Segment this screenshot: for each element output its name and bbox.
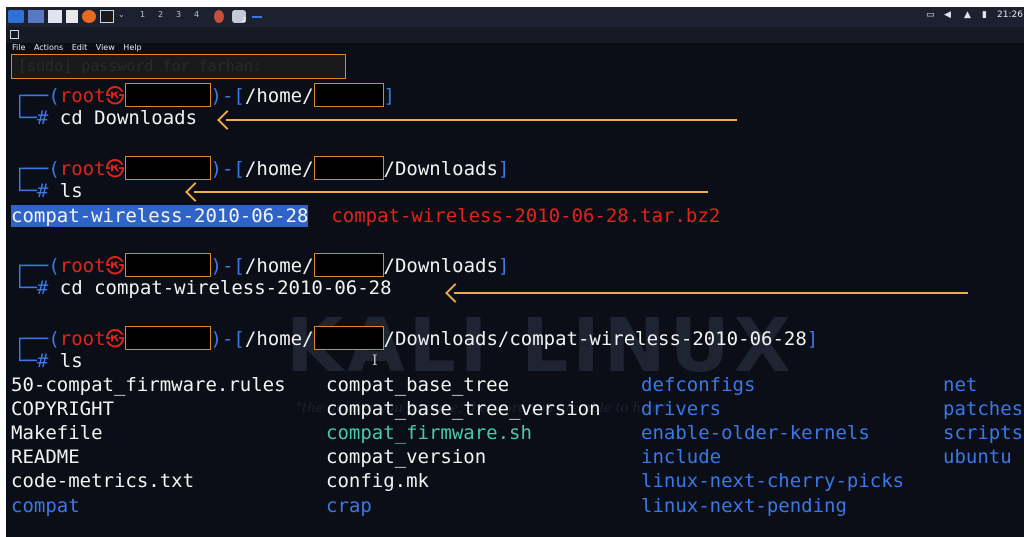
redacted-hostname	[124, 83, 211, 107]
window-icon	[10, 30, 19, 39]
kali-menu-icon[interactable]	[8, 10, 24, 23]
list-item: compat_base_tree	[326, 374, 510, 396]
screenshot-frame: ⌄ 1 2 3 4 2 ▭ ◀ ▲ ▮ 21:26 File Actions E…	[6, 7, 1024, 537]
menu-actions[interactable]: Actions	[34, 43, 63, 52]
terminal-icon[interactable]	[100, 10, 114, 23]
list-item: README	[11, 446, 80, 468]
directory-entry-selected[interactable]: compat-wireless-2010-06-28	[11, 205, 309, 227]
redacted-username	[313, 326, 384, 350]
menu-edit[interactable]: Edit	[72, 43, 88, 52]
list-item: COPYRIGHT	[11, 398, 114, 420]
skull-icon: ㉿	[105, 158, 125, 180]
list-item: defconfigs	[641, 374, 756, 396]
list-item: crap	[326, 495, 372, 517]
list-item: linux-next-pending	[641, 495, 847, 517]
active-window-indicator	[252, 16, 262, 18]
menu-help[interactable]: Help	[123, 43, 141, 52]
command-line: └─# cd compat-wireless-2010-06-28	[14, 277, 392, 299]
redacted-hostname	[124, 326, 211, 350]
list-item: scripts	[943, 422, 1024, 444]
workspace-4[interactable]: 4	[194, 10, 199, 19]
redacted-hostname	[124, 156, 211, 180]
command-line: └─# cd Downloads	[14, 107, 198, 129]
firefox-icon[interactable]	[82, 10, 96, 23]
list-item: ubuntu	[943, 446, 1012, 468]
list-item: drivers	[641, 398, 722, 420]
list-item: patches	[943, 398, 1024, 420]
top-panel: ⌄ 1 2 3 4 2 ▭ ◀ ▲ ▮ 21:26	[6, 7, 1024, 27]
list-item: code-metrics.txt	[11, 470, 195, 492]
notification-count: 2	[242, 16, 247, 24]
terminal-titlebar[interactable]	[6, 27, 1024, 43]
redacted-username	[313, 83, 384, 107]
list-item: compat_base_tree_version	[326, 398, 601, 420]
workspace-3[interactable]: 3	[176, 10, 181, 19]
list-item: config.mk	[326, 470, 429, 492]
annotation-arrow	[217, 110, 737, 130]
redacted-hostname	[124, 253, 211, 277]
command-line: └─# ls	[14, 350, 83, 372]
redacted-username	[313, 253, 384, 277]
annotation-arrow	[185, 182, 708, 202]
volume-icon[interactable]: ◀	[944, 10, 951, 20]
menu-file[interactable]: File	[12, 43, 25, 52]
display-icon[interactable]: ▭	[926, 10, 935, 20]
command-line: └─# ls	[14, 180, 83, 202]
background-logo	[854, 7, 924, 27]
skull-icon: ㉿	[105, 328, 125, 350]
annotation-arrow	[445, 283, 968, 303]
prompt-line: ┌──(root㉿)-[/home//Downloads]	[14, 253, 510, 277]
list-item: enable-older-kernels	[641, 422, 870, 444]
list-item: include	[641, 446, 722, 468]
mouse-cursor-icon: I	[372, 353, 378, 369]
list-item: 50-compat_firmware.rules	[11, 374, 286, 396]
archive-entry: compat-wireless-2010-06-28.tar.bz2	[331, 205, 721, 227]
list-item: net	[943, 374, 978, 396]
battery-icon[interactable]: ▮	[982, 10, 987, 20]
file-manager-icon[interactable]	[48, 10, 62, 23]
workspace-2[interactable]: 2	[158, 10, 163, 19]
list-item: compat_version	[326, 446, 487, 468]
desktop-icon[interactable]	[28, 10, 44, 23]
skull-icon: ㉿	[105, 85, 125, 107]
ls-output-line: compat-wireless-2010-06-28 compat-wirele…	[11, 205, 720, 227]
workspace-1[interactable]: 1	[140, 10, 145, 19]
prompt-line: ┌──(root㉿)-[/home//Downloads]	[14, 156, 510, 180]
prompt-line: ┌──(root㉿)-[/home//Downloads/compat-wire…	[14, 326, 819, 350]
list-item: Makefile	[11, 422, 103, 444]
text-editor-icon[interactable]	[66, 10, 78, 23]
notification-bell-icon[interactable]: ▲	[964, 10, 971, 20]
list-item: compat_firmware.sh	[326, 422, 532, 444]
list-item: linux-next-cherry-picks	[641, 470, 905, 492]
prompt-line: ┌──(root㉿)-[/home/]	[14, 83, 395, 107]
running-app-icon[interactable]	[214, 10, 224, 23]
sudo-password-prompt: [sudo] password for farhan:	[11, 54, 346, 79]
clock[interactable]: 21:26	[997, 10, 1023, 20]
list-item: compat	[11, 495, 80, 517]
redacted-username	[313, 156, 384, 180]
menu-view[interactable]: View	[96, 43, 115, 52]
skull-icon: ㉿	[105, 255, 125, 277]
chevron-down-icon[interactable]: ⌄	[118, 10, 126, 23]
